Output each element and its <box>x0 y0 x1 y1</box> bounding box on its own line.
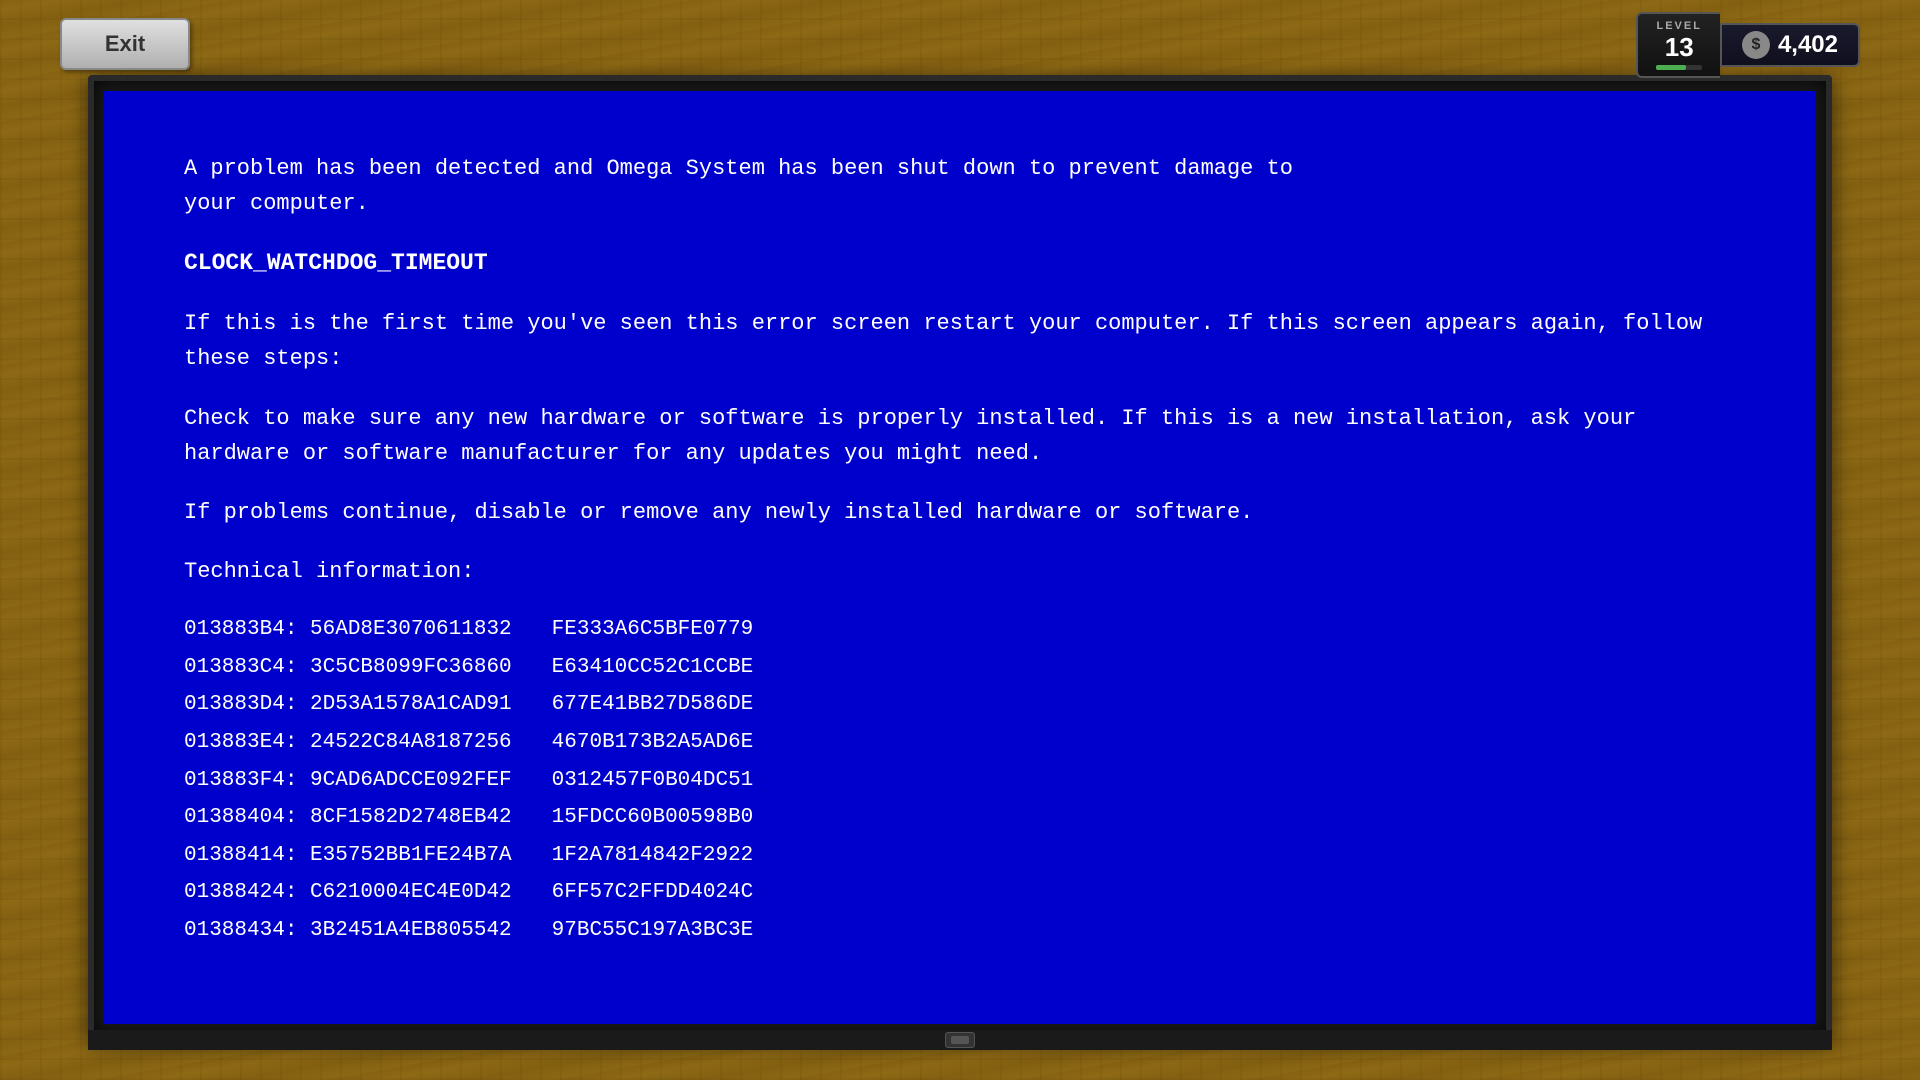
hud: LEVEL 13 $ 4,402 <box>1636 12 1860 78</box>
tech-label: Technical information: <box>184 554 1736 589</box>
monitor-bottom <box>88 1030 1832 1050</box>
level-box: LEVEL 13 <box>1636 12 1719 78</box>
tech-addr: 013883F4: 9CAD6ADCCE092FEF <box>184 764 512 798</box>
table-row: 013883F4: 9CAD6ADCCE092FEF 0312457F0B04DC… <box>184 764 1736 798</box>
tech-val2: 4670B173B2A5AD6E <box>552 726 754 760</box>
tech-rows: 013883B4: 56AD8E3070611832 FE333A6C5BFE07… <box>184 613 1736 947</box>
level-label: LEVEL <box>1656 20 1701 32</box>
monitor-screen: A problem has been detected and Omega Sy… <box>104 91 1816 1024</box>
tech-addr: 01388434: 3B2451A4EB805542 <box>184 914 512 948</box>
tech-val2: 97BC55C197A3BC3E <box>552 914 754 948</box>
bsod-paragraph2: If this is the first time you've seen th… <box>184 306 1736 376</box>
tech-val2: 1F2A7814842F2922 <box>552 839 754 873</box>
table-row: 01388404: 8CF1582D2748EB42 15FDCC60B00598… <box>184 801 1736 835</box>
tech-addr: 013883B4: 56AD8E3070611832 <box>184 613 512 647</box>
tech-val2: FE333A6C5BFE0779 <box>552 613 754 647</box>
tech-addr: 013883E4: 24522C84A8187256 <box>184 726 512 760</box>
monitor-frame: A problem has been detected and Omega Sy… <box>88 75 1832 1040</box>
bsod-error-code: CLOCK_WATCHDOG_TIMEOUT <box>184 245 1736 282</box>
level-bar-container <box>1656 65 1701 70</box>
money-box: $ 4,402 <box>1720 23 1860 67</box>
exit-label: Exit <box>105 31 145 57</box>
tech-val2: 6FF57C2FFDD4024C <box>552 876 754 910</box>
tech-val2: E63410CC52C1CCBE <box>552 651 754 685</box>
bsod-paragraph3: Check to make sure any new hardware or s… <box>184 401 1736 471</box>
dollar-symbol: $ <box>1751 36 1760 54</box>
level-value: 13 <box>1665 32 1694 63</box>
table-row: 013883E4: 24522C84A8187256 4670B173B2A5AD… <box>184 726 1736 760</box>
tech-val2: 0312457F0B04DC51 <box>552 764 754 798</box>
tech-info: Technical information: 013883B4: 56AD8E3… <box>184 554 1736 948</box>
table-row: 013883C4: 3C5CB8099FC36860 E63410CC52C1CC… <box>184 651 1736 685</box>
money-value: 4,402 <box>1778 31 1838 59</box>
bsod-content: A problem has been detected and Omega Sy… <box>104 91 1816 1012</box>
tech-addr: 01388404: 8CF1582D2748EB42 <box>184 801 512 835</box>
bsod-paragraph4: If problems continue, disable or remove … <box>184 495 1736 530</box>
tech-val2: 677E41BB27D586DE <box>552 688 754 722</box>
table-row: 01388434: 3B2451A4EB805542 97BC55C197A3BC… <box>184 914 1736 948</box>
tech-addr: 01388414: E35752BB1FE24B7A <box>184 839 512 873</box>
table-row: 013883D4: 2D53A1578A1CAD91 677E41BB27D586… <box>184 688 1736 722</box>
exit-button[interactable]: Exit <box>60 18 190 70</box>
dollar-icon: $ <box>1742 31 1770 59</box>
tech-addr: 013883D4: 2D53A1578A1CAD91 <box>184 688 512 722</box>
table-row: 01388414: E35752BB1FE24B7A 1F2A7814842F29… <box>184 839 1736 873</box>
tech-addr: 013883C4: 3C5CB8099FC36860 <box>184 651 512 685</box>
bsod-line1: A problem has been detected and Omega Sy… <box>184 151 1736 221</box>
level-bar <box>1656 65 1686 70</box>
table-row: 013883B4: 56AD8E3070611832 FE333A6C5BFE07… <box>184 613 1736 647</box>
table-row: 01388424: C6210004EC4E0D42 6FF57C2FFDD402… <box>184 876 1736 910</box>
monitor-indicator <box>945 1032 975 1048</box>
tech-addr: 01388424: C6210004EC4E0D42 <box>184 876 512 910</box>
tech-val2: 15FDCC60B00598B0 <box>552 801 754 835</box>
